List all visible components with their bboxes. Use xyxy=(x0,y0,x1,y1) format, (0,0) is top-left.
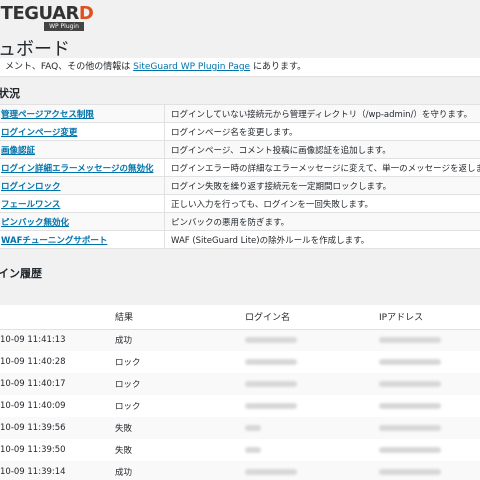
history-ip-redacted xyxy=(373,461,480,480)
history-date: 10-09 11:40:28 xyxy=(0,357,66,367)
feature-link[interactable]: フェールワンス xyxy=(1,200,60,210)
feature-link[interactable]: 管理ページアクセス制限 xyxy=(1,110,94,120)
history-row: 10-09 11:39:56 失敗 xyxy=(0,417,480,439)
history-login-name-redacted xyxy=(239,439,373,461)
history-ip-redacted xyxy=(373,329,480,351)
feature-description: ログインエラー時の詳細なエラーメッセージに変えて、単一のメッセージを返します xyxy=(164,158,480,177)
history-login-name-redacted xyxy=(239,373,373,395)
status-row: 画像認証 ログインページ、コメント投稿に画像認証を追加します。 xyxy=(0,140,480,159)
status-row: ログインページ変更 ログインページ名を変更します。 xyxy=(0,122,480,141)
redacted-login-name xyxy=(245,446,261,453)
history-login-name-redacted xyxy=(239,417,373,439)
feature-link[interactable]: WAFチューニングサポート xyxy=(1,236,107,246)
history-date: 10-09 11:41:13 xyxy=(0,329,109,351)
history-ip-redacted xyxy=(373,373,480,395)
feature-description: ログインしていない接続元から管理ディレクトリ（/wp-admin/）を守ります。 xyxy=(164,104,480,123)
redacted-login-name xyxy=(245,402,297,409)
redacted-ip-address xyxy=(379,424,441,431)
history-result: ロック xyxy=(109,373,239,395)
status-row: WAFチューニングサポート WAF (SiteGuard Lite)の除外ルールを… xyxy=(0,230,480,249)
history-date: 10-09 11:40:09 xyxy=(0,401,66,411)
redacted-login-name xyxy=(245,358,297,365)
feature-cell: ログインページ変更 xyxy=(0,122,165,141)
redacted-ip-address xyxy=(379,446,441,453)
redacted-ip-address xyxy=(379,380,441,387)
status-row: 管理ページアクセス制限 ログインしていない接続元から管理ディレクトリ（/wp-ad… xyxy=(0,104,480,123)
redacted-login-name xyxy=(245,468,297,475)
history-row: 10-09 11:41:13 成功 xyxy=(0,329,480,351)
feature-cell: ピンバック無効化 xyxy=(0,212,165,231)
history-row: 10-09 11:40:28 ロック xyxy=(0,351,480,373)
feature-cell: フェールワンス xyxy=(0,194,165,213)
status-section-title: 状況 xyxy=(0,87,20,100)
history-result: 失敗 xyxy=(115,446,133,456)
feature-cell: 管理ページアクセス制限 xyxy=(0,104,165,123)
plugin-page-link[interactable]: SiteGuard WP Plugin Page xyxy=(133,62,250,72)
feature-link[interactable]: 画像認証 xyxy=(1,146,35,156)
history-ip-redacted xyxy=(373,417,480,439)
redacted-ip-address xyxy=(379,468,441,475)
history-row: 10-09 11:39:14 成功 xyxy=(0,461,480,480)
login-history-table: 結果 ログイン名 IPアドレス 10-09 11:41:13 成功 10-09 11… xyxy=(0,305,480,480)
feature-cell: ログインロック xyxy=(0,176,165,195)
feature-cell: WAFチューニングサポート xyxy=(0,230,165,249)
logo-sub: WP Plugin xyxy=(44,22,84,31)
feature-description: 正しい入力を行っても、ログインを一回失敗します。 xyxy=(164,194,480,213)
column-result[interactable]: 結果 xyxy=(109,305,239,330)
history-row: 10-09 11:40:09 ロック xyxy=(0,395,480,417)
column-date[interactable] xyxy=(0,305,109,330)
redacted-ip-address xyxy=(379,358,441,365)
history-ip-redacted xyxy=(373,395,480,417)
redacted-login-name xyxy=(245,336,297,343)
feature-cell: ログイン詳細エラーメッセージの無効化 xyxy=(0,158,165,177)
history-result: 成功 xyxy=(109,329,239,351)
history-section-title: イン履歴 xyxy=(0,267,42,280)
redacted-login-name xyxy=(245,424,261,431)
history-row: 10-09 11:39:50 失敗 xyxy=(0,439,480,461)
status-row: ピンバック無効化 ピンバックの悪用を防ぎます。 xyxy=(0,212,480,231)
info-notice: メント、FAQ、その他の情報は SiteGuard WP Plugin Page… xyxy=(0,58,480,76)
feature-link[interactable]: ログイン詳細エラーメッセージの無効化 xyxy=(1,164,154,174)
history-date: 10-09 11:40:17 xyxy=(0,373,109,395)
status-row: フェールワンス 正しい入力を行っても、ログインを一回失敗します。 xyxy=(0,194,480,213)
siteguard-logo: SITEGUARD WP Plugin xyxy=(0,3,94,31)
history-date: 10-09 11:39:50 xyxy=(0,445,66,455)
history-login-name-redacted xyxy=(239,351,373,373)
history-login-name-redacted xyxy=(239,395,373,417)
history-date: 10-09 11:39:14 xyxy=(0,461,109,480)
redacted-login-name xyxy=(245,380,297,387)
redacted-ip-address xyxy=(379,402,441,409)
history-login-name-redacted xyxy=(239,461,373,480)
feature-link[interactable]: ログインロック xyxy=(1,182,61,192)
feature-description: ログインページ名を変更します。 xyxy=(164,122,480,141)
feature-description: ログインページ、コメント投稿に画像認証を追加します。 xyxy=(164,140,480,159)
history-login-name-redacted xyxy=(239,329,373,351)
feature-link[interactable]: ログインページ変更 xyxy=(1,128,77,138)
status-table: 管理ページアクセス制限 ログインしていない接続元から管理ディレクトリ（/wp-ad… xyxy=(0,104,480,249)
history-ip-redacted xyxy=(373,439,480,461)
feature-cell: 画像認証 xyxy=(0,140,165,159)
history-date: 10-09 11:39:56 xyxy=(0,417,109,439)
feature-description: ログイン失敗を繰り返す接続元を一定期間ロックします。 xyxy=(164,176,480,195)
history-result: 成功 xyxy=(109,461,239,480)
feature-description: WAF (SiteGuard Lite)の除外ルールを作成します。 xyxy=(164,230,480,249)
history-result: ロック xyxy=(115,402,141,412)
column-login-name[interactable]: ログイン名 xyxy=(239,305,373,330)
history-row: 10-09 11:40:17 ロック xyxy=(0,373,480,395)
feature-link[interactable]: ピンバック無効化 xyxy=(1,218,69,228)
column-ip-address[interactable]: IPアドレス xyxy=(373,305,480,330)
history-result: ロック xyxy=(115,358,141,368)
table-header-row: 結果 ログイン名 IPアドレス xyxy=(0,305,480,330)
status-row: ログインロック ログイン失敗を繰り返す接続元を一定期間ロックします。 xyxy=(0,176,480,195)
status-row: ログイン詳細エラーメッセージの無効化 ログインエラー時の詳細なエラーメッセージに変… xyxy=(0,158,480,177)
feature-description: ピンバックの悪用を防ぎます。 xyxy=(164,212,480,231)
history-result: 失敗 xyxy=(109,417,239,439)
redacted-ip-address xyxy=(379,336,441,343)
history-ip-redacted xyxy=(373,351,480,373)
